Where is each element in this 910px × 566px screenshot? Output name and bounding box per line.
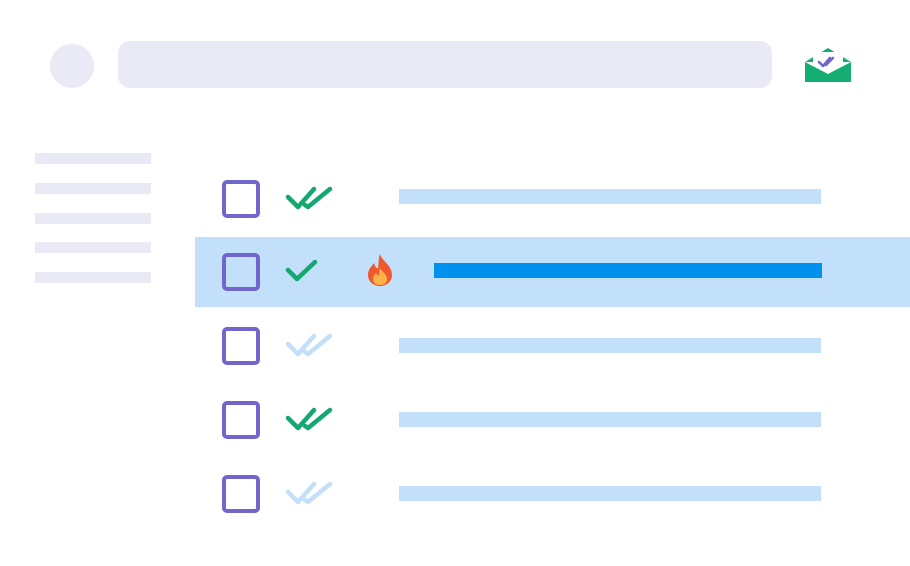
message-checkbox-2[interactable] — [222, 253, 260, 291]
message-checkbox-5[interactable] — [222, 475, 260, 513]
message-subject-4 — [399, 412, 821, 427]
sidebar-item-1[interactable] — [35, 153, 151, 164]
double-check-icon — [285, 186, 333, 210]
double-check-icon — [285, 407, 333, 431]
avatar[interactable] — [50, 44, 94, 88]
message-subject-3 — [399, 338, 821, 353]
sidebar-item-5[interactable] — [35, 272, 151, 283]
sidebar-item-2[interactable] — [35, 183, 151, 194]
sidebar-item-4[interactable] — [35, 242, 151, 253]
message-subject-5 — [399, 486, 821, 501]
message-checkbox-3[interactable] — [222, 327, 260, 365]
sidebar-item-3[interactable] — [35, 213, 151, 224]
message-subject-2 — [434, 263, 822, 278]
message-checkbox-4[interactable] — [222, 401, 260, 439]
check-icon — [285, 259, 318, 282]
message-subject-1 — [399, 189, 821, 204]
message-checkbox-1[interactable] — [222, 180, 260, 218]
double-check-icon — [285, 333, 333, 357]
mail-double-check-icon[interactable] — [805, 46, 851, 82]
double-check-icon — [285, 481, 333, 505]
flame-icon — [368, 254, 392, 286]
search-bar[interactable] — [118, 41, 772, 88]
